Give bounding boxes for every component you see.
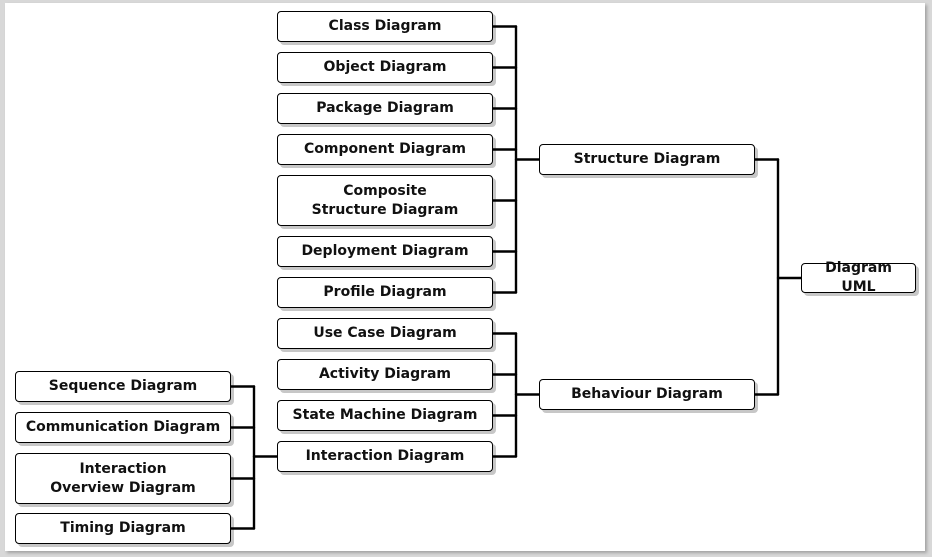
node-timing-diagram[interactable]: Timing Diagram [15,513,231,544]
node-use-case-diagram[interactable]: Use Case Diagram [277,318,493,349]
node-component-diagram[interactable]: Component Diagram [277,134,493,165]
node-communication-diagram[interactable]: Communication Diagram [15,412,231,443]
node-deployment-diagram[interactable]: Deployment Diagram [277,236,493,267]
node-diagram-uml[interactable]: Diagram UML [801,260,916,295]
node-composite-structure-diagram[interactable]: Composite Structure Diagram [277,175,493,226]
node-package-diagram[interactable]: Package Diagram [277,93,493,124]
node-activity-diagram[interactable]: Activity Diagram [277,359,493,390]
node-sequence-diagram[interactable]: Sequence Diagram [15,371,231,402]
node-state-machine-diagram[interactable]: State Machine Diagram [277,400,493,431]
node-class-diagram[interactable]: Class Diagram [277,11,493,42]
node-structure-diagram[interactable]: Structure Diagram [539,144,755,175]
node-profile-diagram[interactable]: Profile Diagram [277,277,493,308]
node-object-diagram[interactable]: Object Diagram [277,52,493,83]
node-interaction-overview-diagram[interactable]: Interaction Overview Diagram [15,453,231,504]
node-behaviour-diagram[interactable]: Behaviour Diagram [539,379,755,410]
node-interaction-diagram[interactable]: Interaction Diagram [277,441,493,472]
